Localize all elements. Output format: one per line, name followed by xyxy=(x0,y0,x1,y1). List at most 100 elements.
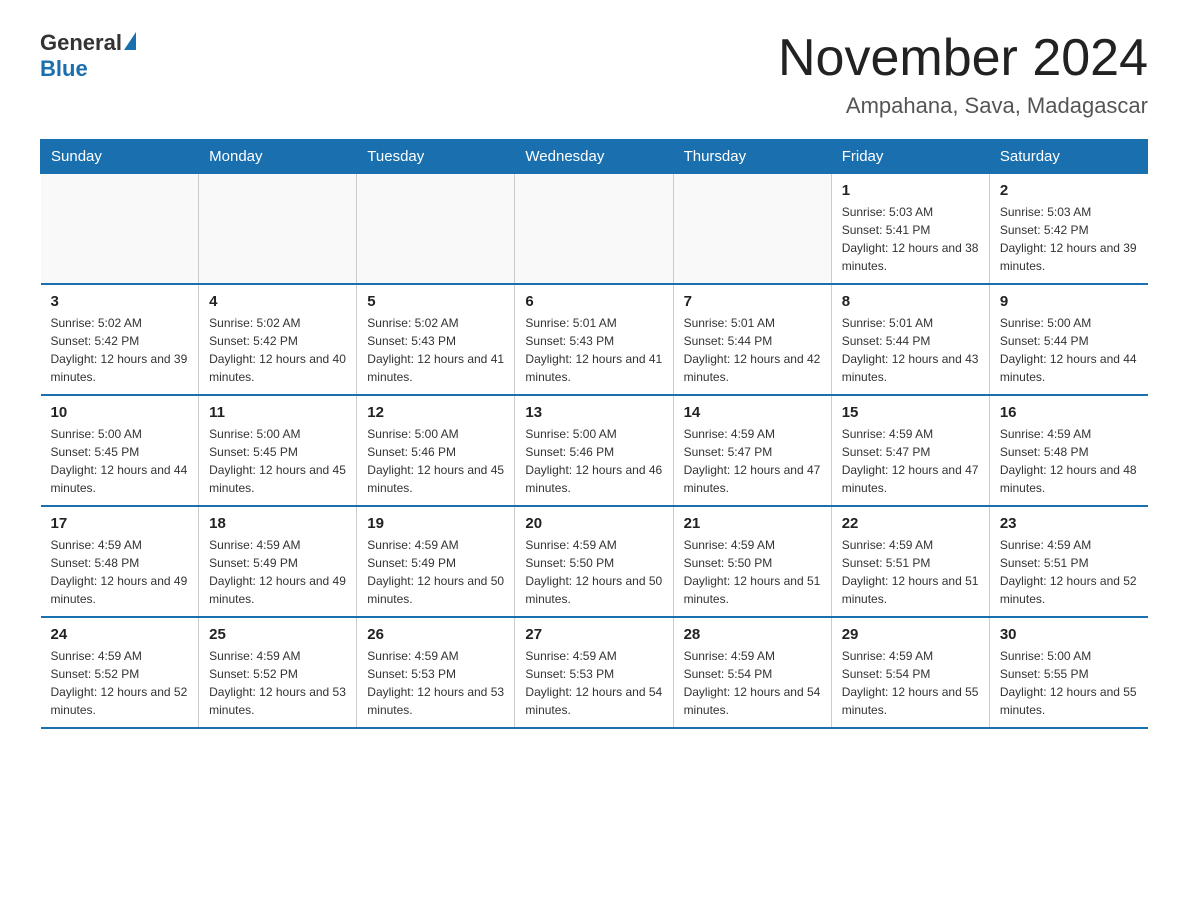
day-number: 30 xyxy=(1000,626,1138,643)
weekday-header-thursday: Thursday xyxy=(673,140,831,174)
calendar-cell: 3 Sunrise: 5:02 AMSunset: 5:42 PMDaylight… xyxy=(41,284,199,395)
calendar-cell: 18Sunrise: 4:59 AMSunset: 5:49 PMDayligh… xyxy=(199,506,357,617)
calendar-cell: 8 Sunrise: 5:01 AMSunset: 5:44 PMDaylight… xyxy=(831,284,989,395)
calendar-cell: 7 Sunrise: 5:01 AMSunset: 5:44 PMDaylight… xyxy=(673,284,831,395)
day-sun-info: Sunrise: 4:59 AMSunset: 5:48 PMDaylight:… xyxy=(51,536,189,608)
day-sun-info: Sunrise: 5:02 AMSunset: 5:42 PMDaylight:… xyxy=(209,314,346,386)
calendar-cell: 26 Sunrise: 4:59 AMSunset: 5:53 PMDayligh… xyxy=(357,617,515,728)
day-number: 15 xyxy=(842,404,979,421)
calendar-cell: 15 Sunrise: 4:59 AMSunset: 5:47 PMDayligh… xyxy=(831,395,989,506)
day-sun-info: Sunrise: 4:59 AMSunset: 5:54 PMDaylight:… xyxy=(842,647,979,719)
day-number: 14 xyxy=(684,404,821,421)
calendar-cell: 5 Sunrise: 5:02 AMSunset: 5:43 PMDaylight… xyxy=(357,284,515,395)
logo-blue-text: Blue xyxy=(40,56,88,81)
calendar-cell: 24Sunrise: 4:59 AMSunset: 5:52 PMDayligh… xyxy=(41,617,199,728)
logo-triangle-icon xyxy=(124,32,136,50)
day-sun-info: Sunrise: 4:59 AMSunset: 5:53 PMDaylight:… xyxy=(367,647,504,719)
day-sun-info: Sunrise: 5:01 AMSunset: 5:44 PMDaylight:… xyxy=(842,314,979,386)
day-number: 13 xyxy=(525,404,662,421)
calendar-week-row: 17 Sunrise: 4:59 AMSunset: 5:48 PMDayligh… xyxy=(41,506,1148,617)
day-sun-info: Sunrise: 5:01 AMSunset: 5:44 PMDaylight:… xyxy=(684,314,821,386)
weekday-header-tuesday: Tuesday xyxy=(357,140,515,174)
calendar-week-row: 3 Sunrise: 5:02 AMSunset: 5:42 PMDaylight… xyxy=(41,284,1148,395)
day-number: 29 xyxy=(842,626,979,643)
calendar-cell: 1 Sunrise: 5:03 AMSunset: 5:41 PMDaylight… xyxy=(831,174,989,285)
day-sun-info: Sunrise: 4:59 AMSunset: 5:52 PMDaylight:… xyxy=(209,647,346,719)
calendar-cell: 25 Sunrise: 4:59 AMSunset: 5:52 PMDayligh… xyxy=(199,617,357,728)
day-sun-info: Sunrise: 5:02 AMSunset: 5:42 PMDaylight:… xyxy=(51,314,189,386)
day-number: 5 xyxy=(367,293,504,310)
calendar-cell: 20Sunrise: 4:59 AMSunset: 5:50 PMDayligh… xyxy=(515,506,673,617)
calendar-cell: 28Sunrise: 4:59 AMSunset: 5:54 PMDayligh… xyxy=(673,617,831,728)
day-sun-info: Sunrise: 4:59 AMSunset: 5:50 PMDaylight:… xyxy=(684,536,821,608)
calendar-cell: 13 Sunrise: 5:00 AMSunset: 5:46 PMDayligh… xyxy=(515,395,673,506)
weekday-header-friday: Friday xyxy=(831,140,989,174)
calendar-cell: 6 Sunrise: 5:01 AMSunset: 5:43 PMDaylight… xyxy=(515,284,673,395)
day-sun-info: Sunrise: 5:03 AMSunset: 5:42 PMDaylight:… xyxy=(1000,203,1138,275)
day-number: 2 xyxy=(1000,182,1138,199)
day-sun-info: Sunrise: 4:59 AMSunset: 5:51 PMDaylight:… xyxy=(842,536,979,608)
calendar-cell: 27 Sunrise: 4:59 AMSunset: 5:53 PMDayligh… xyxy=(515,617,673,728)
day-number: 9 xyxy=(1000,293,1138,310)
calendar-cell xyxy=(515,174,673,285)
month-title: November 2024 xyxy=(778,30,1148,87)
day-number: 16 xyxy=(1000,404,1138,421)
calendar-cell: 10Sunrise: 5:00 AMSunset: 5:45 PMDayligh… xyxy=(41,395,199,506)
weekday-header-sunday: Sunday xyxy=(41,140,199,174)
day-sun-info: Sunrise: 5:00 AMSunset: 5:45 PMDaylight:… xyxy=(209,425,346,497)
day-sun-info: Sunrise: 5:01 AMSunset: 5:43 PMDaylight:… xyxy=(525,314,662,386)
day-number: 19 xyxy=(367,515,504,532)
calendar-cell: 9 Sunrise: 5:00 AMSunset: 5:44 PMDaylight… xyxy=(989,284,1147,395)
day-sun-info: Sunrise: 5:00 AMSunset: 5:45 PMDaylight:… xyxy=(51,425,189,497)
calendar-cell: 19Sunrise: 4:59 AMSunset: 5:49 PMDayligh… xyxy=(357,506,515,617)
day-number: 1 xyxy=(842,182,979,199)
calendar-body: 1 Sunrise: 5:03 AMSunset: 5:41 PMDaylight… xyxy=(41,174,1148,729)
day-sun-info: Sunrise: 4:59 AMSunset: 5:49 PMDaylight:… xyxy=(209,536,346,608)
calendar-cell xyxy=(41,174,199,285)
day-sun-info: Sunrise: 4:59 AMSunset: 5:47 PMDaylight:… xyxy=(842,425,979,497)
day-number: 6 xyxy=(525,293,662,310)
day-number: 28 xyxy=(684,626,821,643)
calendar-cell: 12Sunrise: 5:00 AMSunset: 5:46 PMDayligh… xyxy=(357,395,515,506)
weekday-header-row: SundayMondayTuesdayWednesdayThursdayFrid… xyxy=(41,140,1148,174)
calendar-cell: 22Sunrise: 4:59 AMSunset: 5:51 PMDayligh… xyxy=(831,506,989,617)
day-sun-info: Sunrise: 4:59 AMSunset: 5:51 PMDaylight:… xyxy=(1000,536,1138,608)
day-number: 4 xyxy=(209,293,346,310)
calendar-cell xyxy=(357,174,515,285)
calendar-cell: 4 Sunrise: 5:02 AMSunset: 5:42 PMDaylight… xyxy=(199,284,357,395)
day-sun-info: Sunrise: 5:03 AMSunset: 5:41 PMDaylight:… xyxy=(842,203,979,275)
weekday-header-wednesday: Wednesday xyxy=(515,140,673,174)
calendar-table: SundayMondayTuesdayWednesdayThursdayFrid… xyxy=(40,139,1148,729)
calendar-week-row: 1 Sunrise: 5:03 AMSunset: 5:41 PMDaylight… xyxy=(41,174,1148,285)
calendar-header: SundayMondayTuesdayWednesdayThursdayFrid… xyxy=(41,140,1148,174)
day-number: 8 xyxy=(842,293,979,310)
logo: General Blue xyxy=(40,30,136,82)
calendar-cell: 17 Sunrise: 4:59 AMSunset: 5:48 PMDayligh… xyxy=(41,506,199,617)
day-sun-info: Sunrise: 4:59 AMSunset: 5:53 PMDaylight:… xyxy=(525,647,662,719)
day-sun-info: Sunrise: 4:59 AMSunset: 5:52 PMDaylight:… xyxy=(51,647,189,719)
day-number: 7 xyxy=(684,293,821,310)
calendar-cell: 29 Sunrise: 4:59 AMSunset: 5:54 PMDayligh… xyxy=(831,617,989,728)
day-sun-info: Sunrise: 4:59 AMSunset: 5:50 PMDaylight:… xyxy=(525,536,662,608)
day-number: 17 xyxy=(51,515,189,532)
day-number: 11 xyxy=(209,404,346,421)
weekday-header-saturday: Saturday xyxy=(989,140,1147,174)
calendar-cell: 23 Sunrise: 4:59 AMSunset: 5:51 PMDayligh… xyxy=(989,506,1147,617)
day-number: 23 xyxy=(1000,515,1138,532)
day-number: 25 xyxy=(209,626,346,643)
calendar-cell: 14 Sunrise: 4:59 AMSunset: 5:47 PMDayligh… xyxy=(673,395,831,506)
day-sun-info: Sunrise: 5:00 AMSunset: 5:46 PMDaylight:… xyxy=(525,425,662,497)
day-sun-info: Sunrise: 5:00 AMSunset: 5:44 PMDaylight:… xyxy=(1000,314,1138,386)
calendar-cell xyxy=(199,174,357,285)
day-number: 27 xyxy=(525,626,662,643)
calendar-cell xyxy=(673,174,831,285)
calendar-week-row: 24Sunrise: 4:59 AMSunset: 5:52 PMDayligh… xyxy=(41,617,1148,728)
location-title: Ampahana, Sava, Madagascar xyxy=(778,93,1148,119)
day-number: 26 xyxy=(367,626,504,643)
day-number: 3 xyxy=(51,293,189,310)
day-sun-info: Sunrise: 5:02 AMSunset: 5:43 PMDaylight:… xyxy=(367,314,504,386)
day-sun-info: Sunrise: 4:59 AMSunset: 5:47 PMDaylight:… xyxy=(684,425,821,497)
page-header: General Blue November 2024 Ampahana, Sav… xyxy=(40,30,1148,119)
day-sun-info: Sunrise: 5:00 AMSunset: 5:55 PMDaylight:… xyxy=(1000,647,1138,719)
weekday-header-monday: Monday xyxy=(199,140,357,174)
